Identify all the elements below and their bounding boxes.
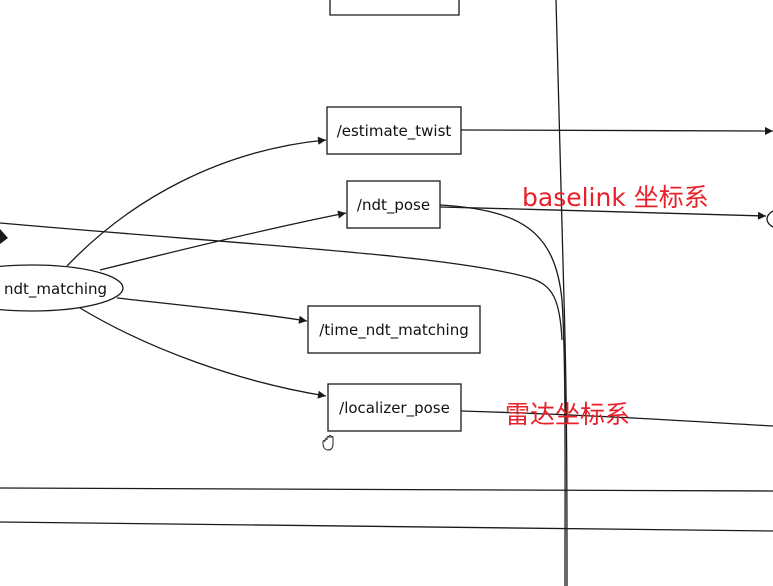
edge-bottom-2 (0, 521, 773, 532)
hand-grab-icon (322, 435, 334, 451)
topic-time-ndt-matching[interactable]: /time_ndt_matching (307, 305, 481, 354)
edge-to-time-ndt-matching (116, 297, 308, 324)
annotation-baselink: baselink 坐标系 (522, 183, 709, 212)
topic-box-partial-top (329, 0, 460, 16)
edge-to-localizer-pose (79, 307, 327, 399)
annotation-lidar: 雷达坐标系 (505, 400, 630, 429)
topic-ndt-pose-label: /ndt_pose (357, 196, 430, 215)
topic-estimate-twist-label: /estimate_twist (337, 122, 452, 141)
topic-ndt-pose[interactable]: /ndt_pose (346, 180, 441, 229)
ros-graph-canvas[interactable]: ndt_matching /estimate_twist /ndt_pose /… (0, 0, 773, 586)
topic-estimate-twist[interactable]: /estimate_twist (326, 106, 462, 155)
node-ndt-matching[interactable]: ndt_matching (0, 264, 124, 312)
edge-estimate-twist-out (460, 126, 773, 135)
node-ndt-matching-label: ndt_matching (4, 280, 107, 299)
edge-bottom-1 (0, 487, 773, 492)
topic-time-ndt-matching-label: /time_ndt_matching (319, 321, 469, 340)
topic-localizer-pose[interactable]: /localizer_pose (327, 383, 462, 432)
node-partial-right[interactable] (766, 206, 773, 232)
edge-left-arrowhead (0, 229, 8, 244)
topic-localizer-pose-label: /localizer_pose (339, 399, 450, 418)
